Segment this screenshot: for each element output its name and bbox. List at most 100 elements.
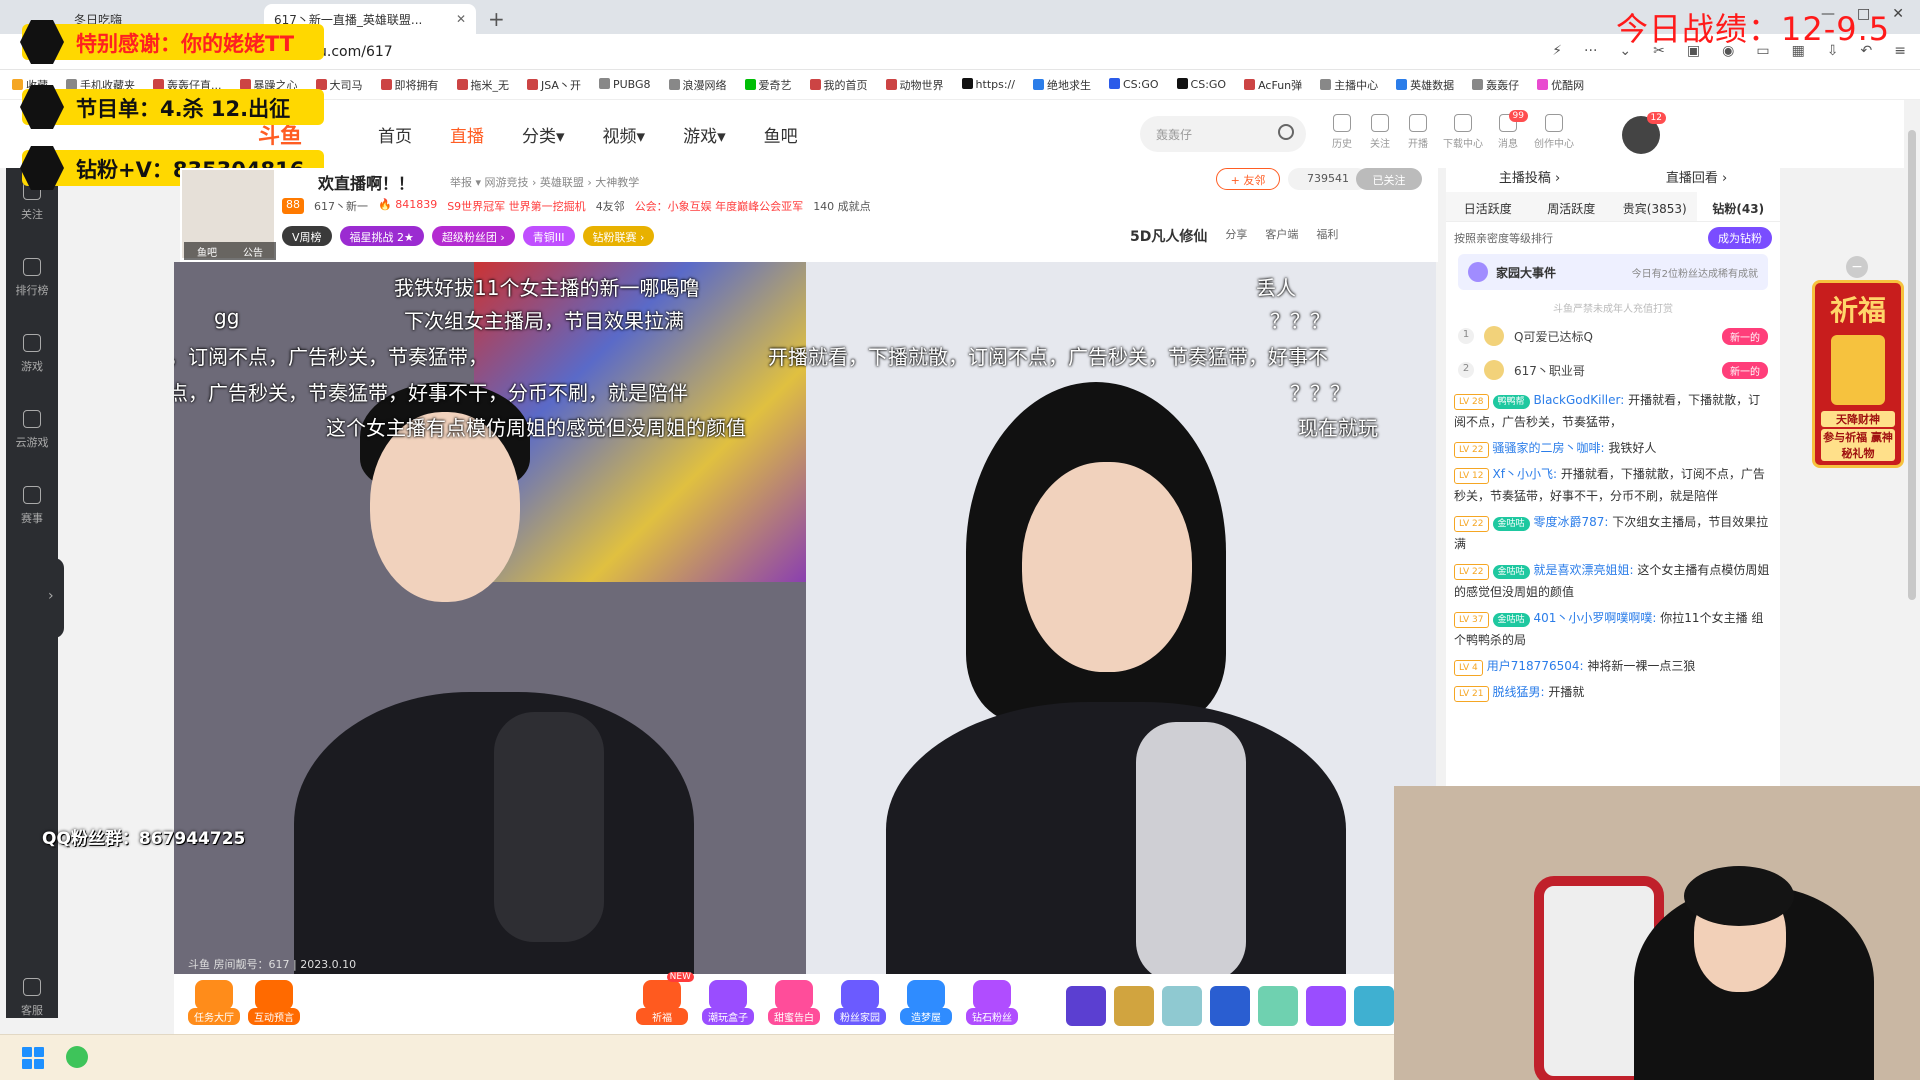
gift-item[interactable] (1210, 986, 1250, 1026)
bookmark-item[interactable]: AcFun弹 (1244, 77, 1302, 93)
leftnav-service[interactable]: 客服 (6, 964, 58, 1040)
search-icon[interactable] (1278, 124, 1294, 140)
chat-message[interactable]: LV 28 鸭鸭帮 BlackGodKiller: 开播就看，下播就散，订阅不点，广… (1454, 387, 1772, 435)
expand-handle[interactable]: › (44, 558, 64, 638)
more-icon[interactable]: ··· (1584, 43, 1597, 59)
gift-diamond-fans[interactable]: 钻石粉丝 (966, 980, 1018, 1025)
gift-sweet[interactable]: 甜蜜告白 (768, 980, 820, 1025)
bookmark-item[interactable]: 英雄数据 (1396, 77, 1454, 93)
become-diamond-fan-button[interactable]: 成为钻粉 (1708, 227, 1772, 249)
leftnav-events[interactable]: 赛事 (6, 472, 58, 548)
close-icon[interactable]: ✕ (1892, 6, 1904, 22)
leftnav-ranking[interactable]: 排行榜 (6, 244, 58, 320)
achievement-points[interactable]: 140 成就点 (813, 198, 871, 214)
gift-item[interactable] (1258, 986, 1298, 1026)
notice-link[interactable]: 公告 (243, 244, 263, 259)
search-input[interactable]: 轰轰仔 (1140, 116, 1306, 152)
rank-row[interactable]: 1 Q可爱已达标Q 新一的 (1446, 319, 1780, 353)
fan-logo[interactable]: 5D凡人修仙 (1130, 226, 1207, 246)
gift-dream-house[interactable]: 造梦屋 (900, 980, 952, 1025)
pill-fan-club[interactable]: 超级粉丝团 › (431, 226, 515, 246)
windows-start-icon[interactable] (22, 1047, 44, 1069)
chat-message[interactable]: LV 4 用户718776504: 神将新一裸一点三狼 (1454, 653, 1772, 679)
friends-count[interactable]: 4友邻 (596, 198, 625, 214)
gift-blind-box[interactable]: 潮玩盒子 (702, 980, 754, 1025)
pill-diamond-league[interactable]: 钻粉联赛 › (582, 226, 655, 246)
family-events[interactable]: 家园大事件 今日有2位粉丝达成稀有成就 (1458, 254, 1768, 290)
yuba-link[interactable]: 鱼吧 (197, 244, 217, 259)
bookmark-item[interactable]: 优酷网 (1537, 77, 1584, 93)
chat-message[interactable]: LV 22 金咕咕 就是喜欢漂亮姐姐: 这个女主播有点模仿周姐的感觉但没周姐的颜值 (1454, 557, 1772, 605)
nav-item-category[interactable]: 分类▾ (522, 122, 565, 147)
gift-item[interactable] (1066, 986, 1106, 1026)
bookmark-item[interactable]: 动物世界 (885, 77, 944, 93)
bookmark-item[interactable]: https:// (961, 78, 1015, 91)
guild-info[interactable]: 公会：小象互娱 年度巅峰公会亚军 (635, 198, 804, 214)
bookmark-item[interactable]: JSA丶开 (527, 77, 581, 93)
header-creator[interactable]: 创作中心 (1532, 114, 1576, 150)
chat-message[interactable]: LV 22 金咕咕 零度冰爵787: 下次组女主播局，节目效果拉满 (1454, 509, 1772, 557)
followed-button[interactable]: 已关注 (1356, 168, 1422, 190)
bookmark-item[interactable]: PUBG8 (598, 78, 651, 91)
header-history[interactable]: 历史 (1328, 114, 1356, 150)
nav-item-home[interactable]: 首页 (378, 122, 412, 147)
tab-weekly-active[interactable]: 周活跃度 (1530, 192, 1614, 221)
bookmark-item[interactable]: 主播中心 (1320, 77, 1378, 93)
pray-widget[interactable]: 祈福 天降财神 参与祈福 赢神秘礼物 (1812, 280, 1904, 468)
bookmark-item[interactable]: 拖米_无 (456, 77, 509, 93)
close-icon[interactable]: ✕ (456, 12, 466, 26)
honor-title[interactable]: S9世界冠军 世界第一挖掘机 (447, 198, 585, 214)
nav-item-yuba[interactable]: 鱼吧 (764, 122, 798, 147)
follow-button[interactable]: + 友邻 (1216, 168, 1280, 190)
rank-row[interactable]: 2 617丶职业哥 新一的 (1446, 353, 1780, 387)
pill-week-rank[interactable]: V周榜 (282, 226, 332, 246)
gift-item[interactable] (1306, 986, 1346, 1026)
gift-item[interactable] (1162, 986, 1202, 1026)
url-field[interactable]: u.com/617 (318, 44, 393, 60)
lightning-icon[interactable]: ⚡ (1552, 43, 1562, 59)
header-broadcast[interactable]: 开播 (1404, 114, 1432, 150)
bookmark-item[interactable]: 我的首页 (809, 77, 868, 93)
bookmark-item[interactable]: CS:GO (1176, 78, 1226, 91)
new-tab-button[interactable]: + (476, 4, 517, 34)
chat-message[interactable]: LV 12 Xf丶小小飞: 开播就看，下播就散，订阅不点，广告秒关，节奏猛带，好事… (1454, 461, 1772, 509)
tab-diamond-fans[interactable]: 钻粉(43) (1696, 192, 1780, 221)
pill-bronze[interactable]: 青铜III (522, 226, 575, 246)
bookmark-item[interactable]: 浪漫网络 (668, 77, 727, 93)
pill-lucky-star[interactable]: 福星挑战 2★ (339, 226, 424, 246)
client-button[interactable]: 客户端 (1265, 226, 1298, 246)
user-avatar[interactable]: 12 (1622, 112, 1666, 154)
bookmark-item[interactable]: 爱奇艺 (744, 77, 792, 93)
gift-prediction[interactable]: 互动预言 (248, 980, 300, 1025)
header-messages[interactable]: 消息 99 (1494, 110, 1528, 150)
header-follow[interactable]: 关注 (1366, 114, 1394, 150)
gift-item[interactable] (1354, 986, 1394, 1026)
chat-message[interactable]: LV 21 脱线猛男: 开播就 (1454, 679, 1772, 705)
nav-item-game[interactable]: 游戏▾ (683, 122, 726, 147)
gift-fan-home[interactable]: 粉丝家园 (834, 980, 886, 1025)
nav-item-live[interactable]: 直播 (450, 122, 484, 147)
video-player[interactable]: 我铁好拔11个女主播的新一哪喝噜 丢人 gg 下次组女主播局，节目效果拉满 ？？… (174, 262, 1436, 974)
streamer-avatar[interactable]: 鱼吧 公告 (182, 170, 276, 260)
leftnav-cloud-game[interactable]: 云游戏 (6, 396, 58, 472)
chat-message[interactable]: LV 22 骚骚家的二房丶咖啡: 我铁好人 (1454, 435, 1772, 461)
nav-item-video[interactable]: 视频▾ (603, 122, 646, 147)
gift-pray[interactable]: 祈福 NEW (636, 972, 694, 1025)
anchor-submit-link[interactable]: 主播投稿 › (1499, 167, 1560, 186)
room-category[interactable]: 举报 ▾ 网游竞技 › 英雄联盟 › 大神教学 (450, 174, 639, 190)
close-icon[interactable]: − (1846, 256, 1868, 278)
header-download[interactable]: 下载中心 (1442, 114, 1484, 150)
bookmark-item[interactable]: 绝地求生 (1032, 77, 1091, 93)
browser-app-icon[interactable] (66, 1046, 88, 1068)
gift-item[interactable] (1114, 986, 1154, 1026)
tab-daily-active[interactable]: 日活跃度 (1446, 192, 1530, 221)
leftnav-game[interactable]: 游戏 (6, 320, 58, 396)
tab-vip[interactable]: 贵宾(3853) (1613, 192, 1697, 221)
bookmark-item[interactable]: CS:GO (1108, 78, 1159, 91)
replay-link[interactable]: 直播回看 › (1666, 167, 1727, 186)
share-button[interactable]: 分享 (1225, 226, 1247, 246)
gift-task-hall[interactable]: 任务大厅 (188, 980, 240, 1025)
bookmark-item[interactable]: 即将拥有 (380, 77, 439, 93)
scroll-thumb[interactable] (1908, 130, 1916, 600)
chat-message[interactable]: LV 37 金咕咕 401丶小小罗啊噗啊噗: 你拉11个女主播 组个鸭鸭杀的局 (1454, 605, 1772, 653)
